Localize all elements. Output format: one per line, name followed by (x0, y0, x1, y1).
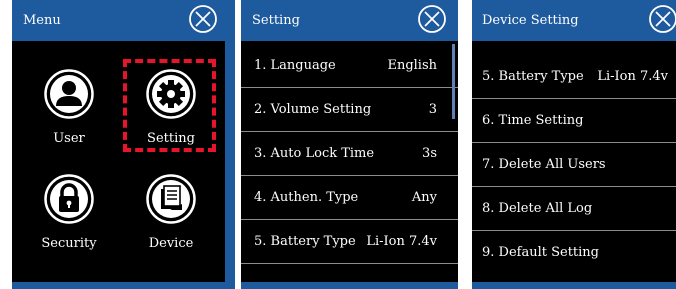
menu-item-label: Device (148, 236, 194, 251)
device-row-delete-all-log[interactable]: 8. Delete All Log (472, 187, 676, 231)
menu-grid: User Setting Security Device (12, 41, 225, 282)
device-icon (146, 174, 196, 224)
menu-item-label: Security (41, 236, 97, 251)
user-icon (44, 69, 94, 119)
row-label: 9. Default Setting (482, 245, 599, 260)
close-icon[interactable] (417, 4, 447, 34)
menu-item-device[interactable]: Device (122, 169, 212, 259)
menu-item-user[interactable]: User (20, 64, 110, 154)
menu-item-label: User (53, 131, 85, 146)
device-setting-header: Device Setting (472, 0, 676, 41)
setting-row-language[interactable]: 1. Language English (241, 44, 458, 88)
lock-icon (44, 174, 94, 224)
menu-item-security[interactable]: Security (20, 169, 110, 259)
row-value: Li-Ion 7.4v (597, 69, 668, 84)
menu-header: Menu (12, 0, 235, 41)
row-label: 3. Auto Lock Time (254, 146, 375, 161)
close-icon[interactable] (648, 4, 676, 34)
menu-title: Menu (23, 13, 61, 28)
row-label: 6. Time Setting (482, 113, 584, 128)
row-divider (241, 263, 458, 264)
row-label: 5. Battery Type (482, 69, 584, 84)
setting-row-auto-lock[interactable]: 3. Auto Lock Time 3s (241, 132, 458, 176)
menu-screen: Menu User Setting Security Device (12, 0, 235, 289)
row-label: 4. Authen. Type (254, 190, 359, 205)
row-value: Any (411, 190, 437, 205)
row-label: 1. Language (254, 58, 336, 73)
row-value: 3s (422, 146, 437, 161)
device-row-delete-all-users[interactable]: 7. Delete All Users (472, 143, 676, 187)
setting-screen: Setting 1. Language English 2. Volume Se… (241, 0, 458, 289)
row-label: 2. Volume Setting (254, 102, 372, 117)
setting-header: Setting (241, 0, 458, 41)
device-setting-screen: Device Setting 5. Battery Type Li-Ion 7.… (472, 0, 676, 289)
setting-title: Setting (252, 13, 300, 28)
device-setting-list: 5. Battery Type Li-Ion 7.4v 6. Time Sett… (472, 41, 676, 282)
row-label: 5. Battery Type (254, 234, 356, 249)
row-label: 7. Delete All Users (482, 157, 606, 172)
setting-row-volume[interactable]: 2. Volume Setting 3 (241, 88, 458, 132)
row-label: 8. Delete All Log (482, 201, 593, 216)
close-icon[interactable] (188, 4, 218, 34)
row-value: 3 (428, 102, 437, 117)
setting-row-battery-type[interactable]: 5. Battery Type Li-Ion 7.4v (241, 220, 458, 264)
device-row-battery-type[interactable]: 5. Battery Type Li-Ion 7.4v (472, 55, 676, 99)
device-row-default-setting[interactable]: 9. Default Setting (472, 231, 676, 275)
device-row-time-setting[interactable]: 6. Time Setting (472, 99, 676, 143)
scrollbar[interactable] (452, 44, 455, 119)
row-value: Li-Ion 7.4v (366, 234, 437, 249)
selection-highlight (123, 59, 216, 152)
row-value: English (387, 58, 437, 73)
setting-list: 1. Language English 2. Volume Setting 3 … (241, 41, 458, 282)
setting-row-authen-type[interactable]: 4. Authen. Type Any (241, 176, 458, 220)
device-setting-title: Device Setting (482, 13, 579, 28)
